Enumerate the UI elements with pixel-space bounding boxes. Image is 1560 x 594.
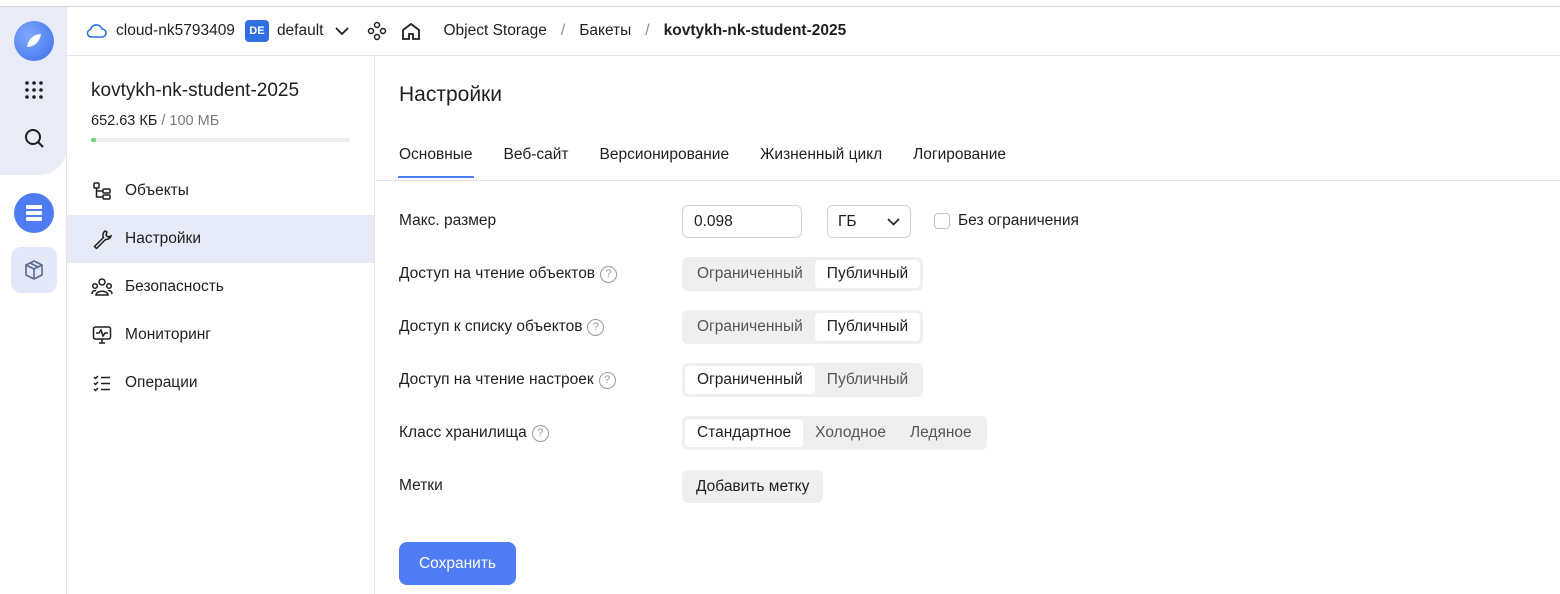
window-top-border: [0, 0, 1560, 7]
settings-tabs: Основные Веб-сайт Версионирование Жизнен…: [398, 146, 1037, 178]
storage-class-label: Класс хранилища: [399, 424, 527, 441]
read-settings-restricted[interactable]: Ограниченный: [685, 366, 815, 394]
cloud-name: cloud-nk5793409: [116, 22, 235, 39]
breadcrumb-separator: /: [560, 22, 566, 39]
read-settings-label: Доступ на чтение настроек: [399, 371, 594, 388]
monitor-icon: [91, 324, 113, 346]
storage-class-switch: Стандартное Холодное Ледяное: [682, 416, 987, 450]
sidebar-nav: Объекты Настройки Безопасность Мониторин…: [67, 167, 374, 407]
breadcrumb-separator: /: [645, 22, 650, 39]
usage-progress-fill: [91, 138, 97, 142]
object-storage-icon[interactable]: [14, 193, 54, 233]
breadcrumb-buckets[interactable]: Бакеты: [579, 22, 631, 40]
size-unit-value: ГБ: [838, 212, 857, 230]
home-icon[interactable]: [401, 22, 421, 41]
help-icon[interactable]: ?: [587, 318, 605, 336]
chevron-down-icon: [887, 217, 900, 226]
breadcrumb-object-storage[interactable]: Object Storage: [443, 22, 546, 40]
folder-name: default: [276, 22, 324, 39]
sidebar-item-objects[interactable]: Объекты: [67, 167, 374, 215]
read-settings-switch: Ограниченный Публичный: [682, 363, 924, 397]
max-size-label: Макс. размер: [399, 212, 497, 229]
breadcrumb-current-bucket: kovtykh-nk-student-2025: [663, 22, 847, 39]
usage-used: 652.63 КБ: [91, 113, 158, 129]
tabs-divider: [376, 180, 1560, 181]
read-objects-public[interactable]: Публичный: [814, 260, 921, 288]
list-objects-label: Доступ к списку объектов: [399, 318, 583, 335]
bucket-sidebar: kovtykh-nk-student-2025 652.63 КБ / 100 …: [67, 56, 375, 594]
list-check-icon: [91, 372, 113, 394]
sidebar-item-label: Мониторинг: [125, 326, 211, 343]
page-title: Настройки: [399, 83, 502, 106]
list-objects-row-label: Доступ к списку объектов ?: [399, 318, 605, 336]
unlimited-checkbox[interactable]: [934, 213, 950, 229]
help-icon[interactable]: ?: [531, 424, 549, 442]
services-grid-icon[interactable]: [14, 70, 54, 110]
sidebar-item-monitoring[interactable]: Мониторинг: [67, 311, 374, 359]
sidebar-item-label: Объекты: [125, 182, 189, 199]
list-objects-restricted[interactable]: Ограниченный: [685, 313, 815, 341]
list-objects-public[interactable]: Публичный: [814, 313, 921, 341]
usage-progress-bar: [91, 138, 350, 142]
tree-icon: [91, 180, 113, 202]
tags-label: Метки: [399, 477, 443, 494]
read-objects-restricted[interactable]: Ограниченный: [685, 260, 815, 288]
chevron-down-icon[interactable]: [335, 26, 350, 36]
unlimited-label: Без ограничения: [958, 212, 1079, 229]
sidebar-item-label: Безопасность: [125, 278, 224, 295]
tab-lifecycle[interactable]: Жизненный цикл: [760, 146, 882, 176]
sidebar-item-settings[interactable]: Настройки: [67, 215, 374, 263]
cloud-selector[interactable]: cloud-nk5793409: [85, 22, 245, 40]
read-settings-public[interactable]: Публичный: [815, 366, 920, 394]
help-icon[interactable]: ?: [598, 371, 616, 389]
sidebar-item-label: Операции: [125, 374, 198, 391]
connections-icon[interactable]: [367, 21, 387, 41]
read-objects-switch: Ограниченный Публичный: [682, 257, 924, 291]
package-icon[interactable]: [11, 247, 57, 293]
add-tag-button[interactable]: Добавить метку: [682, 470, 824, 503]
usage-text: 652.63 КБ / 100 МБ: [91, 113, 219, 129]
tab-versioning[interactable]: Версионирование: [600, 146, 730, 176]
unlimited-checkbox-wrap[interactable]: Без ограничения: [934, 212, 1079, 230]
tab-logging[interactable]: Логирование: [913, 146, 1006, 176]
users-icon: [91, 276, 113, 298]
top-header: cloud-nk5793409 DE default Object Storag…: [67, 7, 1560, 56]
folder-selector[interactable]: DE default: [244, 20, 368, 42]
bucket-name: kovtykh-nk-student-2025: [91, 80, 300, 101]
left-rail: [0, 7, 67, 594]
size-unit-select[interactable]: ГБ: [827, 205, 911, 238]
max-size-input[interactable]: 0.098: [682, 205, 802, 238]
folder-badge: DE: [244, 20, 269, 42]
list-objects-switch: Ограниченный Публичный: [682, 310, 924, 344]
cloud-icon: [85, 23, 107, 39]
read-objects-row-label: Доступ на чтение объектов ?: [399, 265, 618, 283]
help-icon[interactable]: ?: [600, 265, 618, 283]
wrench-icon: [91, 228, 113, 250]
tab-general[interactable]: Основные: [398, 146, 474, 178]
read-settings-row-label: Доступ на чтение настроек ?: [399, 371, 616, 389]
tab-website[interactable]: Веб-сайт: [504, 146, 569, 176]
save-button[interactable]: Сохранить: [399, 542, 516, 585]
sidebar-item-operations[interactable]: Операции: [67, 359, 374, 407]
storage-class-row-label: Класс хранилища ?: [399, 424, 549, 442]
sidebar-item-security[interactable]: Безопасность: [67, 263, 374, 311]
read-objects-label: Доступ на чтение объектов: [399, 265, 596, 282]
storage-class-ice[interactable]: Ледяное: [898, 419, 984, 447]
storage-class-standard[interactable]: Стандартное: [685, 419, 804, 447]
storage-class-cold[interactable]: Холодное: [803, 419, 898, 447]
cloud-logo-icon[interactable]: [14, 21, 54, 61]
search-icon[interactable]: [14, 118, 54, 158]
settings-main: Настройки Основные Веб-сайт Версионирова…: [376, 56, 1560, 594]
sidebar-item-label: Настройки: [125, 230, 202, 247]
usage-total: / 100 МБ: [161, 113, 220, 129]
